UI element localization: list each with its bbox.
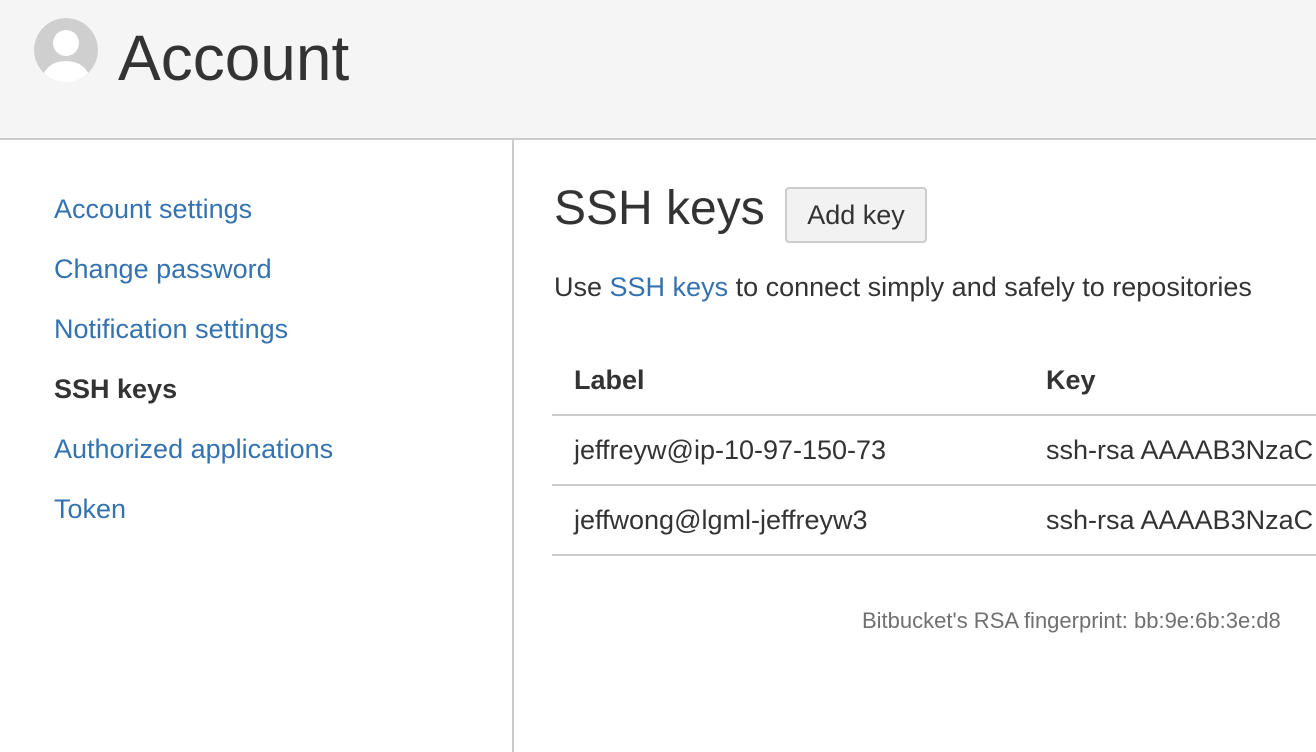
rsa-fingerprint-text: Bitbucket's RSA fingerprint: bb:9e:6b:3e… [862, 608, 1281, 633]
ssh-keys-table: Label Key jeffreyw@ip-10-97-150-73 ssh-r… [552, 354, 1316, 556]
ssh-keys-help-link[interactable]: SSH keys [610, 272, 729, 302]
sidebar-item-ssh-keys[interactable]: SSH keys [54, 372, 177, 406]
key-label-cell: jeffreyw@ip-10-97-150-73 [574, 435, 887, 465]
intro-text: Use SSH keys to connect simply and safel… [554, 270, 1252, 304]
key-value-cell: ssh-rsa AAAAB3NzaC [1046, 435, 1314, 465]
sidebar-item-token[interactable]: Token [54, 492, 126, 526]
sidebar: Account settings Change password Notific… [0, 140, 514, 752]
sidebar-item-change-password[interactable]: Change password [54, 252, 272, 286]
sidebar-item-authorized-applications[interactable]: Authorized applications [54, 432, 333, 466]
table-header-row: Label Key [552, 354, 1316, 416]
intro-prefix: Use [554, 272, 610, 302]
page-header: Account [0, 0, 1316, 140]
intro-suffix: to connect simply and safely to reposito… [728, 272, 1252, 302]
table-row[interactable]: jeffwong@lgml-jeffreyw3 ssh-rsa AAAAB3Nz… [552, 486, 1316, 556]
section-title: SSH keys [554, 182, 765, 235]
table-row[interactable]: jeffreyw@ip-10-97-150-73 ssh-rsa AAAAB3N… [552, 416, 1316, 486]
key-label-cell: jeffwong@lgml-jeffreyw3 [574, 505, 868, 535]
sidebar-item-notification-settings[interactable]: Notification settings [54, 312, 288, 346]
page-title: Account [118, 22, 350, 94]
main-content: SSH keys Add key Use SSH keys to connect… [514, 140, 1316, 752]
column-header-key: Key [1046, 365, 1096, 395]
column-header-label: Label [574, 365, 645, 395]
sidebar-item-account-settings[interactable]: Account settings [54, 192, 252, 226]
account-page: Account Account settings Change password… [0, 0, 1316, 752]
user-avatar-icon[interactable] [34, 18, 98, 82]
key-value-cell: ssh-rsa AAAAB3NzaC [1046, 505, 1314, 535]
add-key-button[interactable]: Add key [785, 187, 927, 243]
